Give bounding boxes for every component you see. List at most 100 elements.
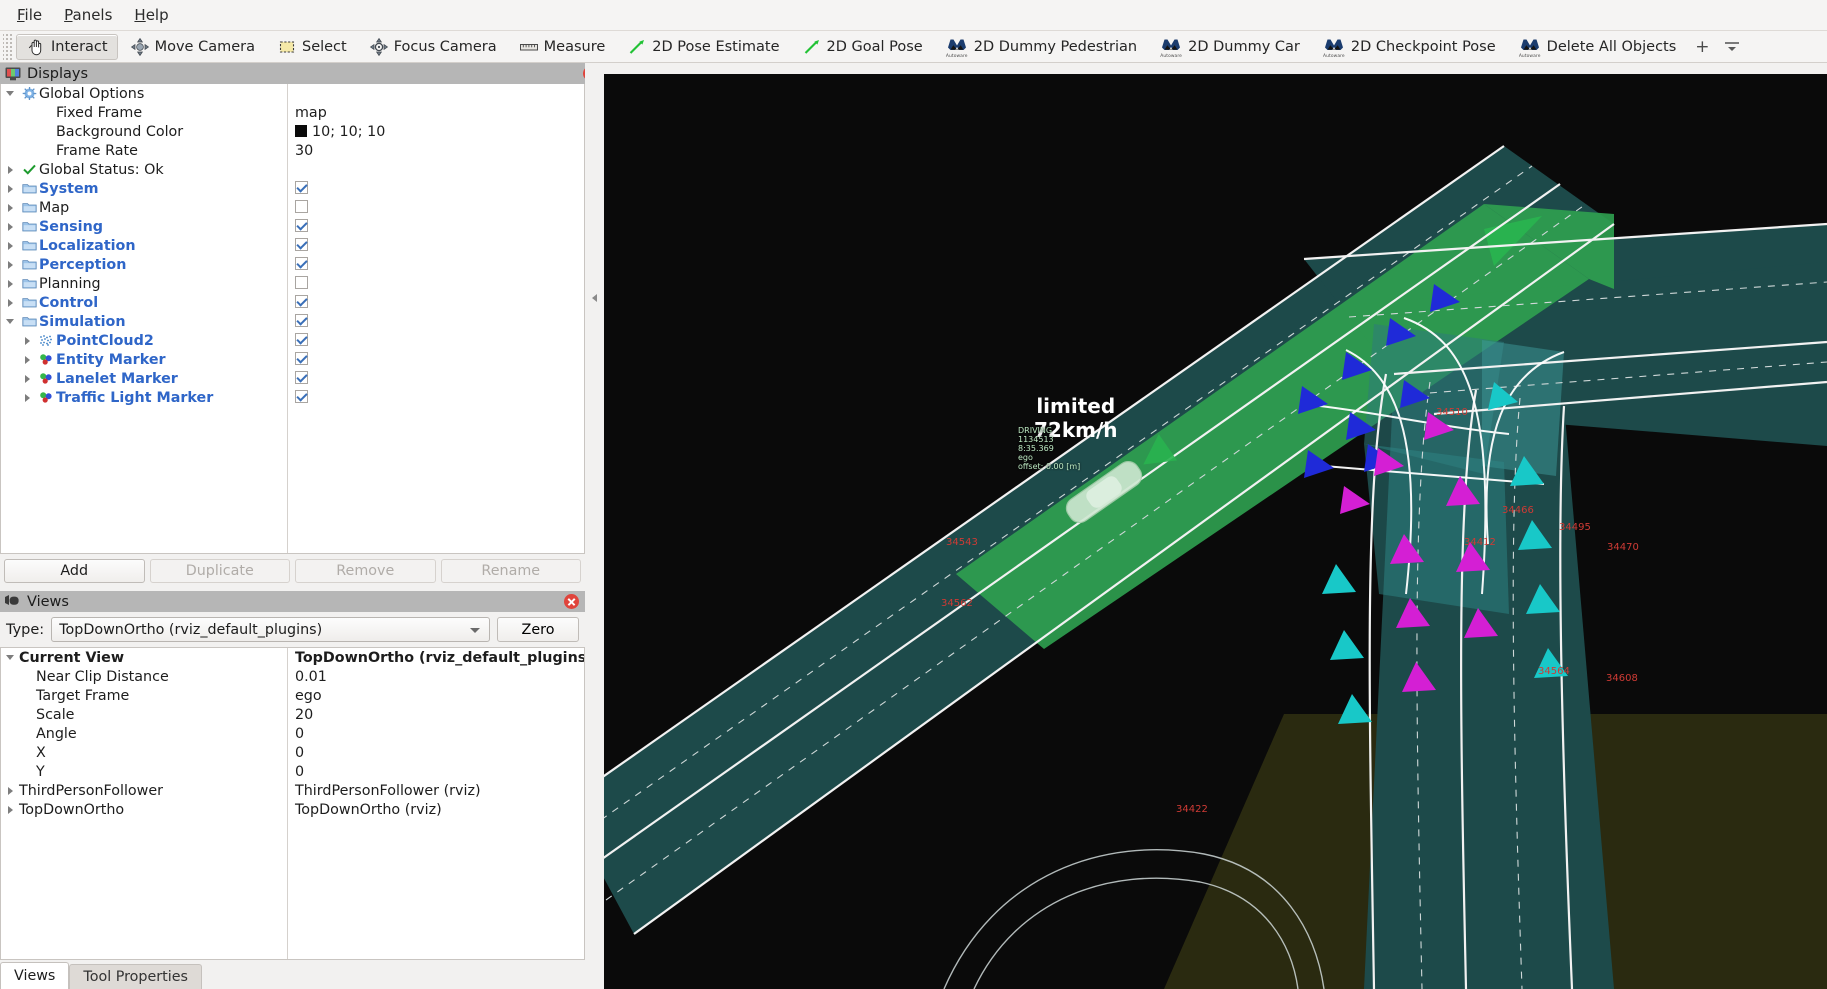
tree-row[interactable]: Global Options: [1, 84, 584, 103]
visibility-checkbox[interactable]: [295, 181, 308, 194]
tree-row[interactable]: Perception: [1, 255, 584, 274]
tab-views[interactable]: Views: [0, 962, 69, 989]
tree-row[interactable]: ThirdPersonFollowerThirdPersonFollower (…: [1, 781, 584, 800]
tree-row[interactable]: Planning: [1, 274, 584, 293]
tool-2d-pose-estimate[interactable]: 2D Pose Estimate: [617, 34, 789, 60]
chevron-down-icon[interactable]: [1, 91, 19, 96]
tree-row[interactable]: Localization: [1, 236, 584, 255]
tree-row[interactable]: Traffic Light Marker: [1, 388, 584, 407]
tree-row-label: Entity Marker: [56, 352, 166, 368]
tool-measure[interactable]: Measure: [509, 34, 616, 60]
color-swatch[interactable]: [295, 125, 307, 137]
visibility-checkbox[interactable]: [295, 390, 308, 403]
tree-row-label: Frame Rate: [56, 143, 138, 159]
add-button[interactable]: Add: [4, 559, 145, 583]
view-type-combobox[interactable]: TopDownOrtho (rviz_default_plugins): [51, 617, 490, 642]
tree-row[interactable]: Sensing: [1, 217, 584, 236]
menu-help[interactable]: Help: [123, 4, 179, 26]
chevron-right-icon[interactable]: [1, 242, 19, 250]
tree-row[interactable]: Global Status: Ok: [1, 160, 584, 179]
render-viewport[interactable]: 3454334562345643460834422345103446634495…: [604, 74, 1827, 989]
chevron-down-icon[interactable]: [1, 655, 19, 660]
chevron-right-icon[interactable]: [1, 166, 19, 174]
duplicate-button[interactable]: Duplicate: [150, 559, 291, 583]
chevron-right-icon[interactable]: [18, 375, 36, 383]
lanelet-id-label: 34608: [1606, 673, 1638, 684]
visibility-checkbox[interactable]: [295, 333, 308, 346]
toolbar-overflow-button[interactable]: [1718, 42, 1746, 51]
tree-row[interactable]: Simulation: [1, 312, 584, 331]
chevron-down-icon[interactable]: [1, 319, 19, 324]
visibility-checkbox[interactable]: [295, 371, 308, 384]
chevron-right-icon[interactable]: [1, 223, 19, 231]
remove-button[interactable]: Remove: [295, 559, 436, 583]
tree-row[interactable]: System: [1, 179, 584, 198]
visibility-checkbox[interactable]: [295, 200, 308, 213]
menu-bar: File Panels Help: [0, 0, 1827, 31]
chevron-right-icon[interactable]: [18, 394, 36, 402]
visibility-checkbox[interactable]: [295, 295, 308, 308]
tree-row[interactable]: PointCloud2: [1, 331, 584, 350]
lanelet-id-label: 34466: [1502, 505, 1534, 516]
close-icon[interactable]: [564, 594, 579, 609]
visibility-checkbox[interactable]: [295, 352, 308, 365]
tool-focus-camera[interactable]: Focus Camera: [359, 34, 507, 60]
tree-row[interactable]: Near Clip Distance0.01: [1, 667, 584, 686]
tool-2d-dummy-car[interactable]: Autoware 2D Dummy Car: [1149, 34, 1310, 60]
visibility-checkbox[interactable]: [295, 257, 308, 270]
ego-status-line-2: 8:35.369: [1018, 444, 1080, 453]
tool-interact[interactable]: Interact: [16, 34, 118, 60]
add-tool-button[interactable]: +: [1687, 37, 1717, 57]
tree-row[interactable]: Target Frameego: [1, 686, 584, 705]
tab-tool-properties[interactable]: Tool Properties: [69, 964, 202, 989]
visibility-checkbox[interactable]: [295, 219, 308, 232]
tool-2d-dummy-pedestrian[interactable]: Autoware 2D Dummy Pedestrian: [935, 34, 1147, 60]
tree-row[interactable]: Lanelet Marker: [1, 369, 584, 388]
tree-row[interactable]: Map: [1, 198, 584, 217]
tree-row-label: Target Frame: [36, 688, 129, 704]
chevron-right-icon[interactable]: [1, 299, 19, 307]
tree-row-label: Sensing: [39, 219, 103, 235]
tree-row[interactable]: Y0: [1, 762, 584, 781]
view-type-label: Type:: [6, 622, 44, 638]
rename-button[interactable]: Rename: [441, 559, 582, 583]
dock-resize-handle[interactable]: [585, 63, 604, 533]
displays-tree[interactable]: Global OptionsFixed FramemapBackground C…: [0, 84, 585, 554]
zero-button[interactable]: Zero: [497, 617, 579, 642]
views-tree[interactable]: Current ViewTopDownOrtho (rviz_default_p…: [0, 647, 585, 960]
tree-row[interactable]: Background Color10; 10; 10: [1, 122, 584, 141]
lanelet-id-label: 34564: [1538, 666, 1570, 677]
tool-move-camera[interactable]: Move Camera: [120, 34, 265, 60]
tree-row[interactable]: Frame Rate30: [1, 141, 584, 160]
chevron-right-icon[interactable]: [1, 806, 19, 814]
autoware-caption: Autoware: [1518, 54, 1542, 59]
chevron-right-icon[interactable]: [1, 204, 19, 212]
visibility-checkbox[interactable]: [295, 276, 308, 289]
tree-row[interactable]: X0: [1, 743, 584, 762]
visibility-checkbox[interactable]: [295, 238, 308, 251]
gear-icon: [19, 87, 39, 100]
tree-row[interactable]: Entity Marker: [1, 350, 584, 369]
chevron-right-icon[interactable]: [18, 337, 36, 345]
check-ok-icon: [19, 163, 39, 176]
chevron-right-icon[interactable]: [1, 185, 19, 193]
chevron-right-icon[interactable]: [1, 280, 19, 288]
tree-row[interactable]: Fixed Framemap: [1, 103, 584, 122]
tree-row[interactable]: Angle0: [1, 724, 584, 743]
menu-file[interactable]: File: [6, 4, 53, 26]
tree-row[interactable]: Current ViewTopDownOrtho (rviz_default_p…: [1, 648, 584, 667]
tool-2d-goal-pose[interactable]: 2D Goal Pose: [792, 34, 933, 60]
tree-row[interactable]: Control: [1, 293, 584, 312]
toolbar-grip[interactable]: [3, 34, 13, 60]
visibility-checkbox[interactable]: [295, 314, 308, 327]
menu-panels[interactable]: Panels: [53, 4, 123, 26]
chevron-right-icon[interactable]: [1, 787, 19, 795]
chevron-right-icon[interactable]: [18, 356, 36, 364]
tree-row[interactable]: TopDownOrthoTopDownOrtho (rviz): [1, 800, 584, 819]
tree-row-label: Traffic Light Marker: [56, 390, 213, 406]
tree-row[interactable]: Scale20: [1, 705, 584, 724]
chevron-right-icon[interactable]: [1, 261, 19, 269]
tool-2d-checkpoint-pose[interactable]: Autoware 2D Checkpoint Pose: [1312, 34, 1506, 60]
tool-select[interactable]: Select: [267, 34, 357, 60]
tool-delete-all-objects[interactable]: Autoware Delete All Objects: [1508, 34, 1687, 60]
